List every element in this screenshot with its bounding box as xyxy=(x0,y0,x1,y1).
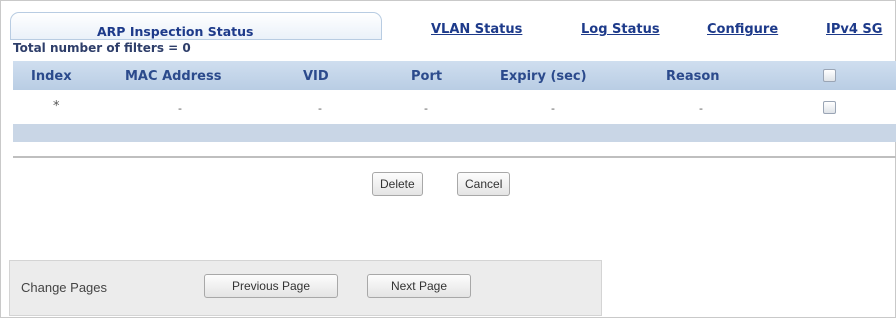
tab-configure[interactable]: Configure xyxy=(707,22,778,37)
cancel-button[interactable]: Cancel xyxy=(457,172,511,196)
cell-vid: - xyxy=(318,102,322,115)
divider xyxy=(13,156,896,158)
tab-arp-inspection-status-label: ARP Inspection Status xyxy=(97,24,254,39)
cell-mac-address: - xyxy=(178,102,182,115)
column-header-port: Port xyxy=(411,69,443,84)
table-row: * - - - - - xyxy=(13,90,896,124)
next-page-button[interactable]: Next Page xyxy=(367,274,471,298)
tab-ipv4-sg[interactable]: IPv4 SG xyxy=(826,22,882,37)
cell-index: * xyxy=(53,99,60,114)
tab-arp-inspection-status[interactable]: ARP Inspection Status xyxy=(10,12,382,40)
row-checkbox[interactable] xyxy=(823,101,836,114)
column-header-expiry: Expiry (sec) xyxy=(500,69,587,84)
cell-port: - xyxy=(424,102,428,115)
column-header-mac-address: MAC Address xyxy=(125,69,222,84)
table-footer xyxy=(13,124,896,142)
tab-log-status[interactable]: Log Status xyxy=(581,22,660,37)
change-pages-panel: Change Pages Previous Page Next Page xyxy=(9,260,602,316)
column-header-vid: VID xyxy=(303,69,329,84)
delete-button[interactable]: Delete xyxy=(372,172,423,196)
change-pages-label: Change Pages xyxy=(21,280,108,295)
cell-reason: - xyxy=(699,102,703,115)
column-header-index: Index xyxy=(31,69,72,84)
select-all-checkbox[interactable] xyxy=(823,69,836,82)
previous-page-button[interactable]: Previous Page xyxy=(204,274,338,298)
tab-vlan-status[interactable]: VLAN Status xyxy=(431,22,522,37)
table-header: Index MAC Address VID Port Expiry (sec) … xyxy=(13,61,896,90)
total-filters-text: Total number of filters = 0 xyxy=(13,41,191,55)
cell-expiry: - xyxy=(551,102,555,115)
column-header-reason: Reason xyxy=(666,69,720,84)
